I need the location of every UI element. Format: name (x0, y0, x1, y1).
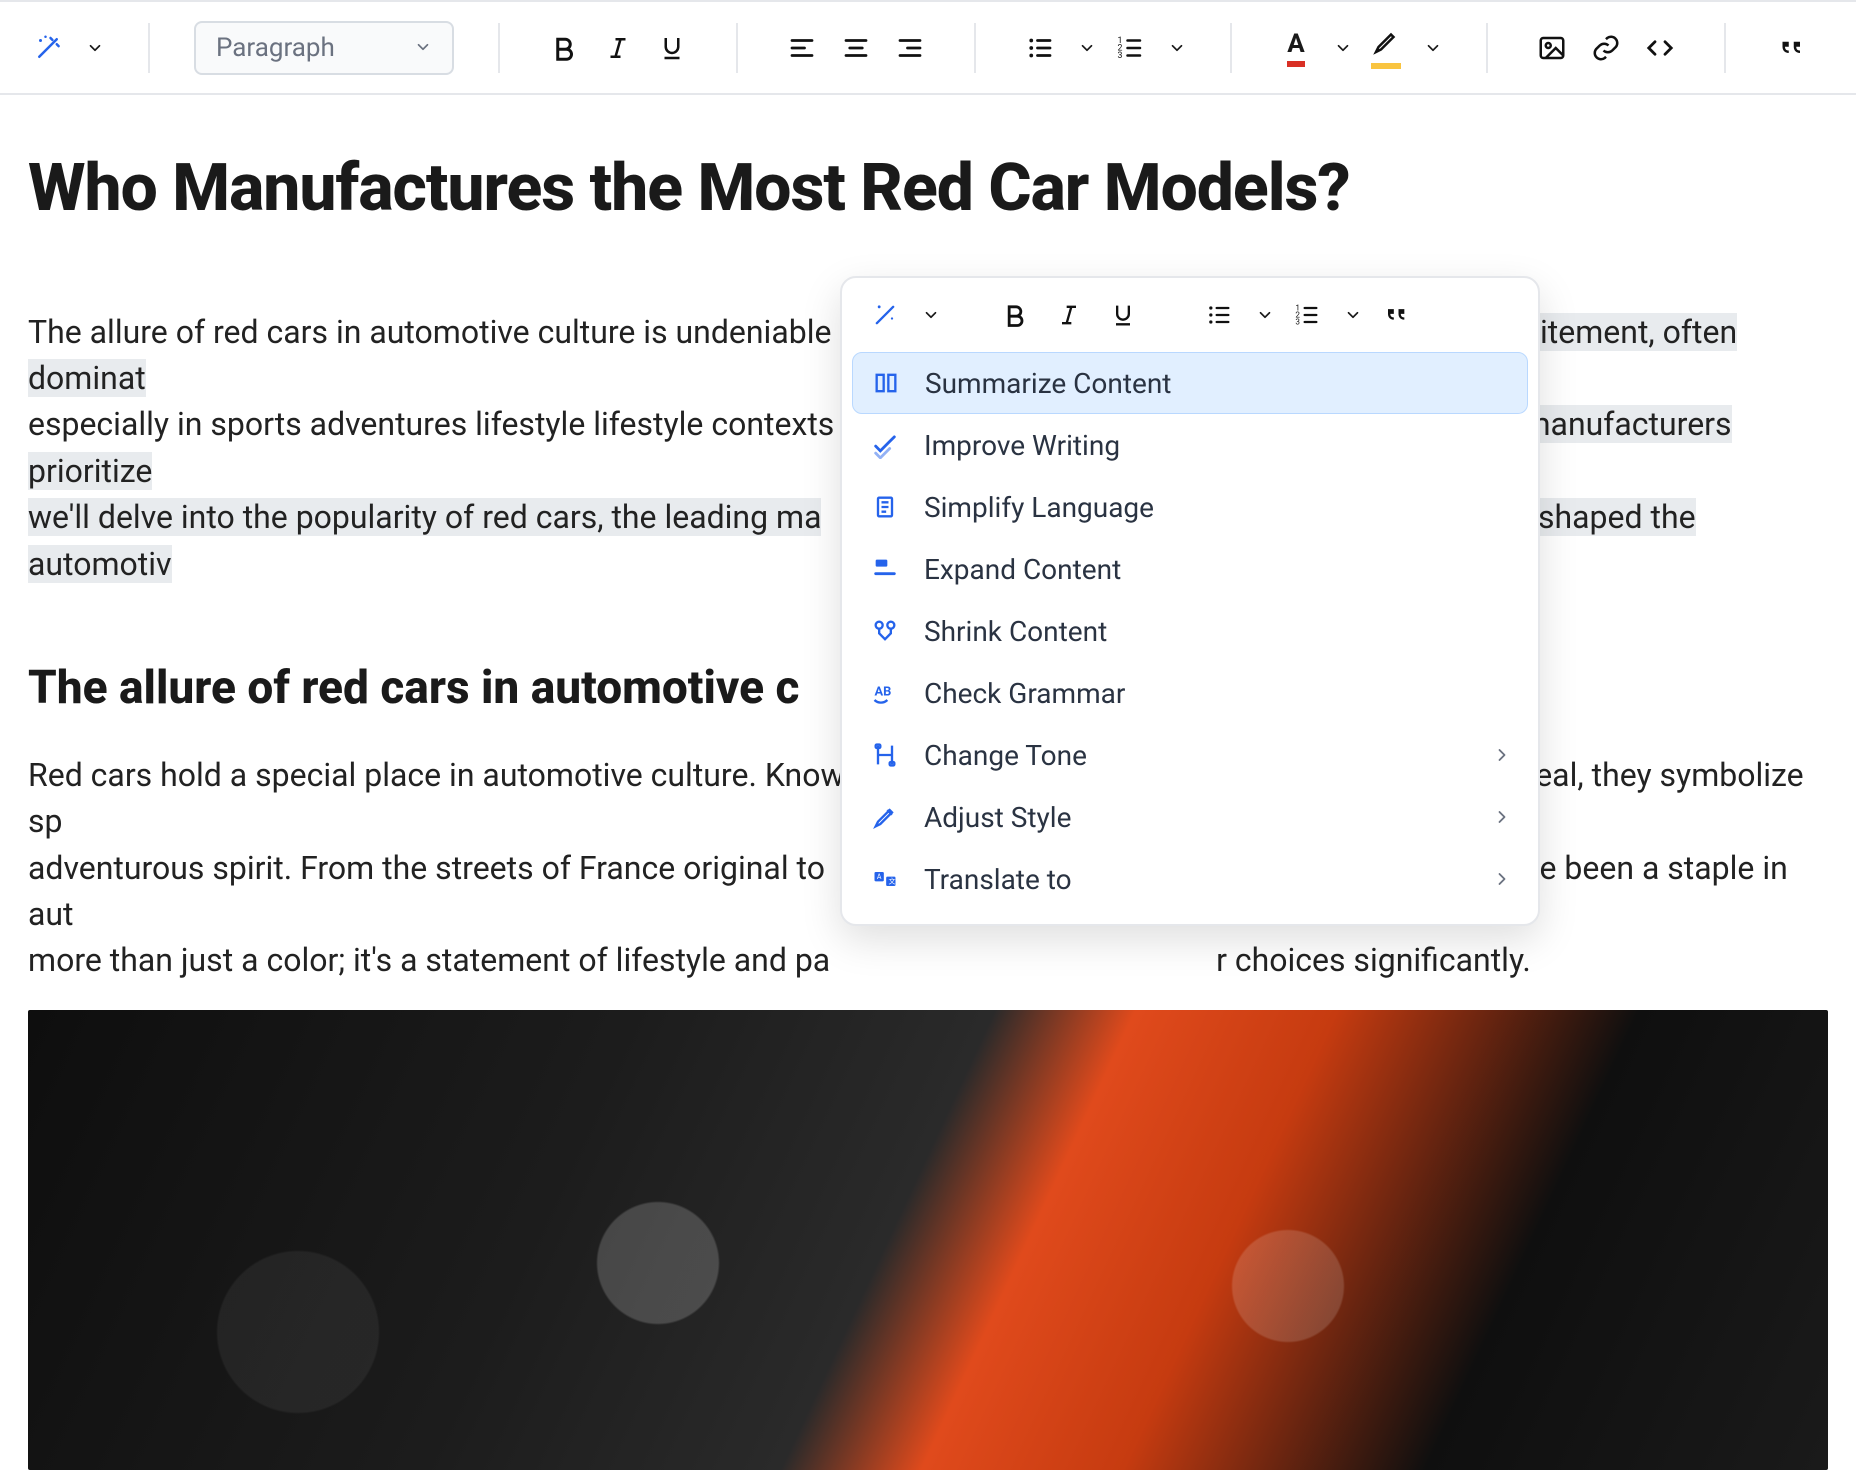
text-color-button[interactable]: A (1276, 22, 1316, 74)
align-right-button[interactable] (890, 22, 930, 74)
chevron-down-icon (414, 33, 432, 63)
menu-item-icon (868, 617, 902, 645)
bullet-list-dropdown[interactable] (1078, 39, 1096, 57)
blockquote-button[interactable] (1770, 22, 1810, 74)
ai-menu-item[interactable]: Improve Writing (852, 414, 1528, 476)
italic-button[interactable] (1048, 294, 1090, 336)
toolbar-separator (736, 23, 738, 73)
toolbar-separator (1230, 23, 1232, 73)
ai-wand-button[interactable] (28, 22, 68, 74)
menu-item-icon (868, 555, 902, 583)
menu-item-label: Simplify Language (924, 491, 1154, 524)
insert-image-button[interactable] (1532, 22, 1572, 74)
highlight-color-dropdown[interactable] (1424, 39, 1442, 57)
ai-menu-item[interactable]: A文 Translate to (852, 848, 1528, 910)
menu-item-icon (868, 741, 902, 769)
ai-menu-item[interactable]: Shrink Content (852, 600, 1528, 662)
chevron-right-icon (1492, 863, 1512, 896)
menu-item-label: Translate to (924, 863, 1072, 896)
svg-text:文: 文 (889, 877, 896, 886)
numbered-list-dropdown[interactable] (1168, 39, 1186, 57)
menu-item-label: Summarize Content (925, 367, 1171, 400)
car-photo (28, 1010, 1828, 1470)
toolbar-separator (498, 23, 500, 73)
paragraph-style-label: Paragraph (216, 33, 335, 63)
bullet-list-dropdown[interactable] (1256, 306, 1274, 324)
ai-menu-item[interactable]: Change Tone (852, 724, 1528, 786)
ai-wand-dropdown[interactable] (922, 306, 940, 324)
bullet-list-button[interactable] (1198, 294, 1240, 336)
ai-wand-dropdown[interactable] (86, 39, 104, 57)
ai-menu-item[interactable]: Expand Content (852, 538, 1528, 600)
numbered-list-dropdown[interactable] (1344, 306, 1362, 324)
text-color-dropdown[interactable] (1334, 39, 1352, 57)
ai-menu-item[interactable]: AB Check Grammar (852, 662, 1528, 724)
underline-button[interactable] (652, 22, 692, 74)
ai-menu-item[interactable]: Adjust Style (852, 786, 1528, 848)
menu-item-icon (868, 431, 902, 459)
context-popup: 123 Summarize Content Improve Writing Simp… (840, 276, 1540, 926)
page-title: Who Manufactures the Most Red Car Models… (28, 141, 1828, 237)
toolbar-separator (148, 23, 150, 73)
toolbar-separator (1486, 23, 1488, 73)
numbered-list-button[interactable]: 123 (1110, 22, 1150, 74)
ai-menu: Summarize Content Improve Writing Simplify… (842, 346, 1538, 924)
code-block-button[interactable] (1640, 22, 1680, 74)
ai-wand-button[interactable] (864, 294, 906, 336)
highlight-color-button[interactable] (1366, 22, 1406, 74)
chevron-right-icon (1492, 801, 1512, 834)
toolbar-separator (1724, 23, 1726, 73)
toolbar-separator (974, 23, 976, 73)
main-toolbar: Paragraph 123 A (0, 0, 1856, 95)
menu-item-icon: A文 (868, 865, 902, 893)
menu-item-label: Change Tone (924, 739, 1087, 772)
menu-item-icon (868, 803, 902, 831)
menu-item-label: Shrink Content (924, 615, 1107, 648)
svg-text:AB: AB (875, 684, 892, 699)
align-center-button[interactable] (836, 22, 876, 74)
align-left-button[interactable] (782, 22, 822, 74)
menu-item-icon (868, 493, 902, 521)
paragraph-style-dropdown[interactable]: Paragraph (194, 21, 454, 75)
italic-button[interactable] (598, 22, 638, 74)
blockquote-button[interactable] (1374, 294, 1416, 336)
numbered-list-button[interactable]: 123 (1286, 294, 1328, 336)
menu-item-label: Adjust Style (924, 801, 1071, 834)
context-toolbar: 123 (842, 278, 1538, 346)
insert-link-button[interactable] (1586, 22, 1626, 74)
bullet-list-button[interactable] (1020, 22, 1060, 74)
svg-text:A: A (877, 873, 882, 881)
underline-button[interactable] (1102, 294, 1144, 336)
svg-text:3: 3 (1118, 51, 1123, 61)
menu-item-label: Expand Content (924, 553, 1121, 586)
bold-button[interactable] (994, 294, 1036, 336)
menu-item-icon (869, 369, 903, 397)
chevron-right-icon (1492, 739, 1512, 772)
ai-menu-item[interactable]: Simplify Language (852, 476, 1528, 538)
menu-item-icon: AB (868, 679, 902, 707)
bold-button[interactable] (544, 22, 584, 74)
menu-item-label: Improve Writing (924, 429, 1120, 462)
ai-menu-item[interactable]: Summarize Content (852, 352, 1528, 414)
menu-item-label: Check Grammar (924, 677, 1125, 710)
svg-text:3: 3 (1295, 316, 1300, 326)
